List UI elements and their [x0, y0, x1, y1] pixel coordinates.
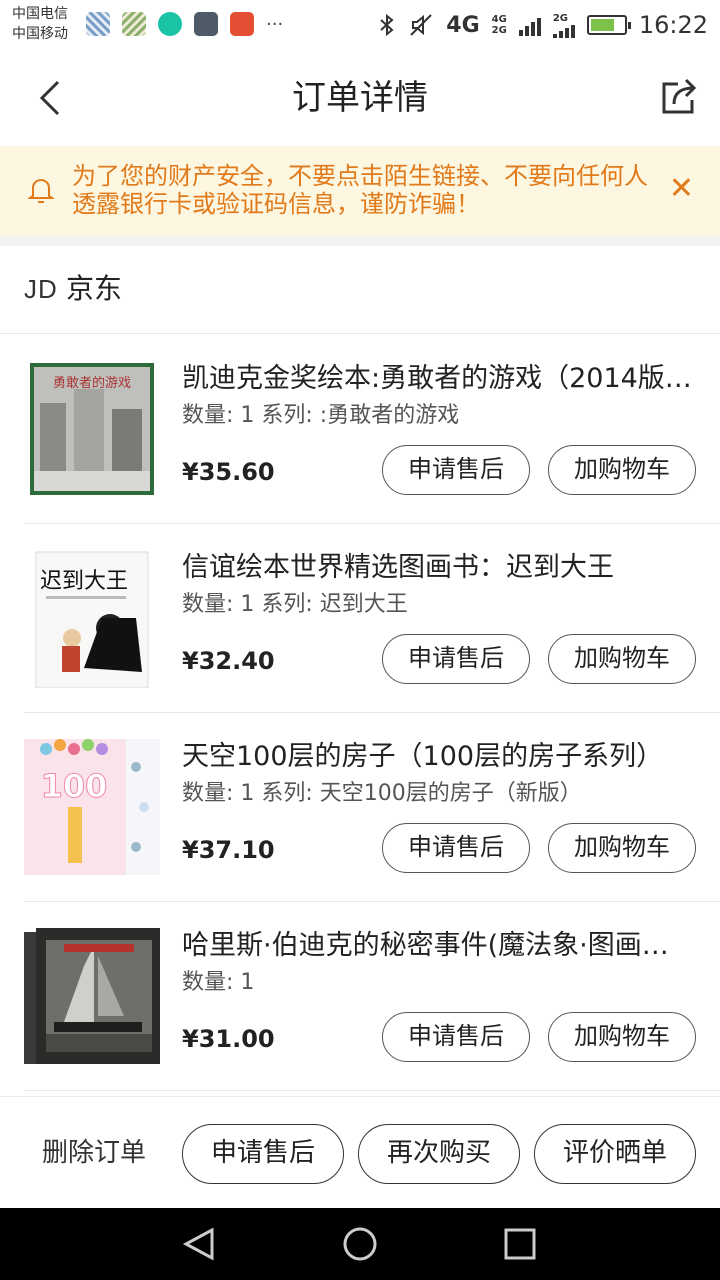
- book-cover-image: 勇敢者的游戏: [30, 363, 154, 495]
- buy-again-button[interactable]: 再次购买: [358, 1124, 520, 1184]
- system-home-icon[interactable]: [340, 1226, 380, 1262]
- carrier-2: 中国移动: [12, 26, 68, 42]
- system-recents-icon[interactable]: [500, 1226, 540, 1262]
- carrier-labels: 中国电信 中国移动: [12, 4, 68, 44]
- signal-icon-2: [552, 24, 575, 38]
- item-meta: 数量: 1 系列: 天空100层的房子（新版）: [182, 781, 582, 806]
- system-navigation-bar: [0, 1208, 720, 1280]
- delete-order-button[interactable]: 删除订单: [42, 1137, 146, 1169]
- bluetooth-icon: [380, 13, 394, 37]
- shop-notification-icon: [230, 12, 254, 36]
- item-price: ¥31.00: [182, 1025, 275, 1053]
- bottom-action-bar: 删除订单 申请售后 再次购买 评价晒单: [0, 1096, 720, 1208]
- apply-after-sale-button[interactable]: 申请售后: [382, 634, 530, 684]
- gallery-notification-icon: [86, 12, 110, 36]
- status-bar: 中国电信 中国移动 ··· 4G 4G 2G 2G 16:22: [0, 0, 720, 50]
- add-to-cart-button[interactable]: 加购物车: [548, 823, 696, 873]
- order-item[interactable]: 迟到大王 信谊绘本世界精选图画书：迟到大王 数量: 1 系列: 迟到大王 ¥32…: [24, 524, 720, 713]
- add-to-cart-button[interactable]: 加购物车: [548, 1012, 696, 1062]
- network-small-label-2: 2G: [491, 25, 507, 36]
- item-meta: 数量: 1: [182, 970, 255, 995]
- add-to-cart-button[interactable]: 加购物车: [548, 445, 696, 495]
- share-icon[interactable]: [658, 76, 700, 118]
- cover-title-text: 勇敢者的游戏: [53, 375, 131, 391]
- shop-header[interactable]: JD 京东: [0, 246, 720, 334]
- item-title[interactable]: 凯迪克金奖绘本:勇敢者的游戏（2014版…: [182, 361, 702, 397]
- header: 订单详情: [0, 50, 720, 146]
- item-price: ¥37.10: [182, 836, 275, 864]
- cover-title-text: 迟到大王: [40, 569, 128, 594]
- notification-icons: ···: [86, 12, 283, 36]
- item-title[interactable]: 哈里斯·伯迪克的秘密事件(魔法象·图画…: [182, 928, 702, 964]
- shop-name: 京东: [66, 272, 123, 305]
- order-item[interactable]: 100 天空100层的房子（100层的房子系列） 数量: 1 系列: 天空100…: [24, 713, 720, 902]
- item-meta: 数量: 1 系列: 迟到大王: [182, 592, 408, 617]
- order-after-sale-button[interactable]: 申请售后: [182, 1124, 344, 1184]
- apply-after-sale-button[interactable]: 申请售后: [382, 445, 530, 495]
- item-title[interactable]: 天空100层的房子（100层的房子系列）: [182, 739, 702, 775]
- item-price: ¥32.40: [182, 647, 275, 675]
- item-title[interactable]: 信谊绘本世界精选图画书：迟到大王: [182, 550, 702, 586]
- close-warning-icon[interactable]: ✕: [669, 174, 694, 204]
- book-cover-image: [24, 928, 160, 1064]
- item-meta: 数量: 1 系列: :勇敢者的游戏: [182, 403, 460, 428]
- add-to-cart-button[interactable]: 加购物车: [548, 634, 696, 684]
- carrier-1: 中国电信: [12, 6, 68, 22]
- battery-icon: [586, 15, 631, 35]
- review-button[interactable]: 评价晒单: [534, 1124, 696, 1184]
- app-notification-icon: [158, 12, 182, 36]
- warning-text: 为了您的财产安全，不要点击陌生链接、不要向任何人透露银行卡或验证码信息，谨防诈骗…: [72, 162, 648, 218]
- clock: 16:22: [638, 11, 708, 39]
- order-item[interactable]: 哈里斯·伯迪克的秘密事件(魔法象·图画… 数量: 1 ¥31.00 申请售后 加…: [24, 902, 720, 1091]
- bell-icon: [28, 178, 54, 203]
- order-items-list: 勇敢者的游戏 凯迪克金奖绘本:勇敢者的游戏（2014版… 数量: 1 系列: :…: [0, 335, 720, 1091]
- cover-title-text: 100: [41, 767, 108, 805]
- network-small-label-1: 4G: [491, 14, 507, 25]
- page-title: 订单详情: [292, 78, 428, 118]
- network-4g-label: 4G: [446, 12, 480, 38]
- item-price: ¥35.60: [182, 458, 275, 486]
- more-notifications-icon: ···: [266, 13, 284, 35]
- mute-icon: [410, 14, 432, 36]
- signal-icon-1: [518, 14, 541, 36]
- image-notification-icon: [194, 12, 218, 36]
- system-back-icon[interactable]: [180, 1226, 220, 1262]
- signal-group-2: 2G: [552, 12, 575, 38]
- book-cover-image: 迟到大王: [35, 551, 149, 688]
- section-divider: [0, 236, 720, 246]
- apply-after-sale-button[interactable]: 申请售后: [382, 1012, 530, 1062]
- order-item[interactable]: 勇敢者的游戏 凯迪克金奖绘本:勇敢者的游戏（2014版… 数量: 1 系列: :…: [24, 335, 720, 524]
- network-type-labels: 4G 2G: [492, 14, 507, 36]
- gallery-notification-icon-2: [122, 12, 146, 36]
- security-warning-banner: 为了您的财产安全，不要点击陌生链接、不要向任何人透露银行卡或验证码信息，谨防诈骗…: [0, 146, 720, 236]
- jd-logo-icon: JD: [24, 274, 58, 304]
- network-small-label-3: 2G: [552, 12, 568, 24]
- system-status-icons: 4G 4G 2G 2G 16:22: [378, 8, 708, 42]
- apply-after-sale-button[interactable]: 申请售后: [382, 823, 530, 873]
- book-cover-image: 100: [24, 739, 160, 875]
